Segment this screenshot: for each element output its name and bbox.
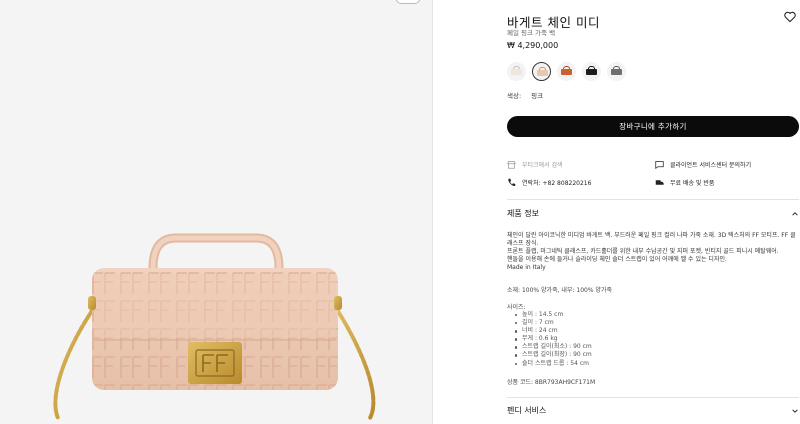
- material-text: 소재: 100% 양가죽, 내부: 100% 양가죽: [507, 287, 612, 294]
- color-value: 핑크: [531, 92, 544, 100]
- swatch-pink[interactable]: [532, 62, 551, 81]
- description-line: Made in Italy: [507, 264, 546, 271]
- swatch-grey[interactable]: [607, 62, 626, 81]
- description-line: 프론트 플랩, 마그네틱 클래스프, 카드홀더를 위한 내부 수납공간 및 지퍼…: [507, 248, 779, 255]
- description-line: 체인이 달린 아이코닉한 미디엄 바게트 백. 부드러운 페일 핑크 컬러 나파…: [507, 232, 796, 247]
- store-icon: [507, 161, 516, 169]
- phone-icon: [508, 178, 516, 186]
- size-header: 사이즈:: [507, 304, 526, 311]
- product-image-area: [0, 0, 432, 424]
- heart-icon[interactable]: [783, 10, 797, 24]
- shipping-link[interactable]: 무료 배송 및 반품: [655, 178, 714, 187]
- product-info-title[interactable]: 제품 정보: [507, 208, 539, 219]
- product-price: ₩ 4,290,000: [507, 41, 559, 50]
- swatch-black[interactable]: [582, 62, 601, 81]
- add-to-cart-button[interactable]: 장바구니에 추가하기: [507, 116, 799, 137]
- product-image[interactable]: [0, 0, 432, 424]
- chat-icon: [655, 161, 664, 169]
- color-row: 색상: 핑크: [507, 90, 543, 100]
- client-service-label: 클라이언트 서비스센터 문의하기: [670, 162, 752, 169]
- fendi-service-title[interactable]: 펜디 서비스: [507, 405, 546, 416]
- size-item: 길이 : 7 cm: [515, 319, 592, 327]
- shipping-label: 무료 배송 및 반품: [670, 180, 715, 187]
- color-label: 색상:: [507, 92, 522, 100]
- chevron-down-icon[interactable]: [791, 407, 799, 415]
- product-subtitle: 페일 핑크 가죽 백: [507, 29, 556, 37]
- client-service-link[interactable]: 클라이언트 서비스센터 문의하기: [655, 160, 751, 169]
- boutique-search-label: 부티크에서 검색: [522, 162, 563, 169]
- size-item: 숄더 스트랩 드롭 : 54 cm: [515, 360, 592, 368]
- gallery-divider: [432, 0, 433, 424]
- truck-icon: [655, 180, 664, 185]
- description-line: 핸들을 이용해 손에 들거나 슬라이딩 체인 숄더 스트랩이 있어 어깨에 멜 …: [507, 256, 727, 263]
- size-list: 높이 : 14.5 cm 길이 : 7 cm 너비 : 24 cm 무게 : 0…: [515, 311, 592, 368]
- chevron-up-icon[interactable]: [791, 210, 799, 218]
- product-code: 상품 코드: 8BR793AH9CF171M: [507, 379, 596, 386]
- product-detail-panel: 바게트 체인 미디 페일 핑크 가죽 백 ₩ 4,290,000 색상: 핑크 장…: [507, 0, 800, 424]
- divider: [507, 397, 799, 398]
- swatch-orange[interactable]: [557, 62, 576, 81]
- swatch-white[interactable]: [507, 62, 526, 81]
- size-item: 높이 : 14.5 cm: [515, 311, 592, 319]
- contact-link[interactable]: 연락처: +82 808220216: [507, 178, 591, 187]
- contact-label: 연락처: +82 808220216: [522, 180, 592, 187]
- divider: [507, 199, 799, 200]
- size-item: 스트랩 길이(최장) : 90 cm: [515, 351, 592, 359]
- boutique-search-link[interactable]: 부티크에서 검색: [507, 160, 563, 169]
- product-description: 체인이 달린 아이코닉한 미디엄 바게트 백. 부드러운 페일 핑크 컬러 나파…: [507, 232, 799, 272]
